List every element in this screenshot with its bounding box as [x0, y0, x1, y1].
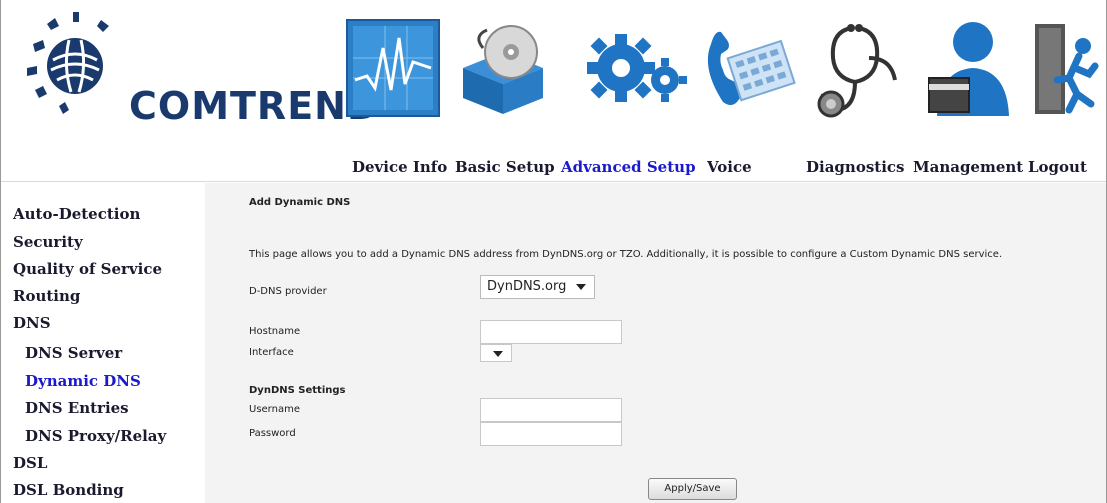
provider-select-value: DynDNS.org — [487, 279, 567, 294]
page-title: Add Dynamic DNS — [249, 197, 351, 208]
sidebar-item-dns-proxy-relay[interactable]: DNS Proxy/Relay — [25, 427, 166, 445]
password-input[interactable] — [480, 422, 622, 446]
hostname-input[interactable] — [480, 320, 622, 344]
hostname-label: Hostname — [249, 326, 301, 337]
nav-basic-setup[interactable]: Basic Setup — [455, 158, 555, 176]
advanced-setup-icon[interactable] — [581, 18, 691, 118]
page-description: This page allows you to add a Dynamic DN… — [249, 249, 1003, 260]
sidebar-item-security[interactable]: Security — [13, 233, 83, 251]
sidebar-item-quality-of-service[interactable]: Quality of Service — [13, 260, 162, 278]
chevron-down-icon — [576, 284, 586, 290]
sidebar-item-dsl-bonding[interactable]: DSL Bonding — [13, 481, 124, 499]
basic-setup-icon[interactable] — [453, 18, 553, 118]
interface-select[interactable] — [480, 344, 512, 362]
apply-save-button[interactable]: Apply/Save — [648, 478, 737, 500]
sidebar-item-dns-server[interactable]: DNS Server — [25, 344, 122, 362]
username-input[interactable] — [480, 398, 622, 422]
nav-voice[interactable]: Voice — [707, 158, 752, 176]
sidebar-item-auto-detection[interactable]: Auto-Detection — [13, 205, 140, 223]
provider-label: D-DNS provider — [249, 286, 327, 297]
nav-diagnostics[interactable]: Diagnostics — [806, 158, 904, 176]
logo: COMTREND — [19, 10, 379, 130]
sidebar-item-dsl[interactable]: DSL — [13, 454, 47, 472]
voice-icon[interactable] — [697, 18, 797, 118]
sidebar-item-dns-entries[interactable]: DNS Entries — [25, 399, 129, 417]
nav-device-info[interactable]: Device Info — [352, 158, 447, 176]
sidebar-item-routing[interactable]: Routing — [13, 287, 80, 305]
interface-label: Interface — [249, 347, 294, 358]
sidebar-item-dns[interactable]: DNS — [13, 314, 51, 332]
sidebar: Auto-Detection Security Quality of Servi… — [1, 183, 205, 503]
provider-select[interactable]: DynDNS.org — [480, 275, 595, 299]
logout-icon[interactable] — [1029, 18, 1105, 118]
chevron-down-icon — [493, 351, 503, 357]
settings-heading: DynDNS Settings — [249, 385, 346, 396]
brand-name: COMTREND — [129, 84, 380, 128]
comtrend-logo-icon — [27, 12, 109, 114]
nav-logout[interactable]: Logout — [1028, 158, 1087, 176]
password-label: Password — [249, 428, 296, 439]
sidebar-item-dynamic-dns[interactable]: Dynamic DNS — [25, 372, 141, 390]
nav-management[interactable]: Management — [913, 158, 1023, 176]
username-label: Username — [249, 404, 300, 415]
device-info-icon[interactable] — [345, 18, 441, 118]
management-icon[interactable] — [919, 18, 1019, 118]
main-panel: Add Dynamic DNS This page allows you to … — [205, 183, 1106, 503]
header: COMTREND Device Info Basic Setup Advance… — [1, 0, 1106, 182]
diagnostics-icon[interactable] — [811, 18, 911, 128]
nav-advanced-setup[interactable]: Advanced Setup — [561, 158, 696, 176]
